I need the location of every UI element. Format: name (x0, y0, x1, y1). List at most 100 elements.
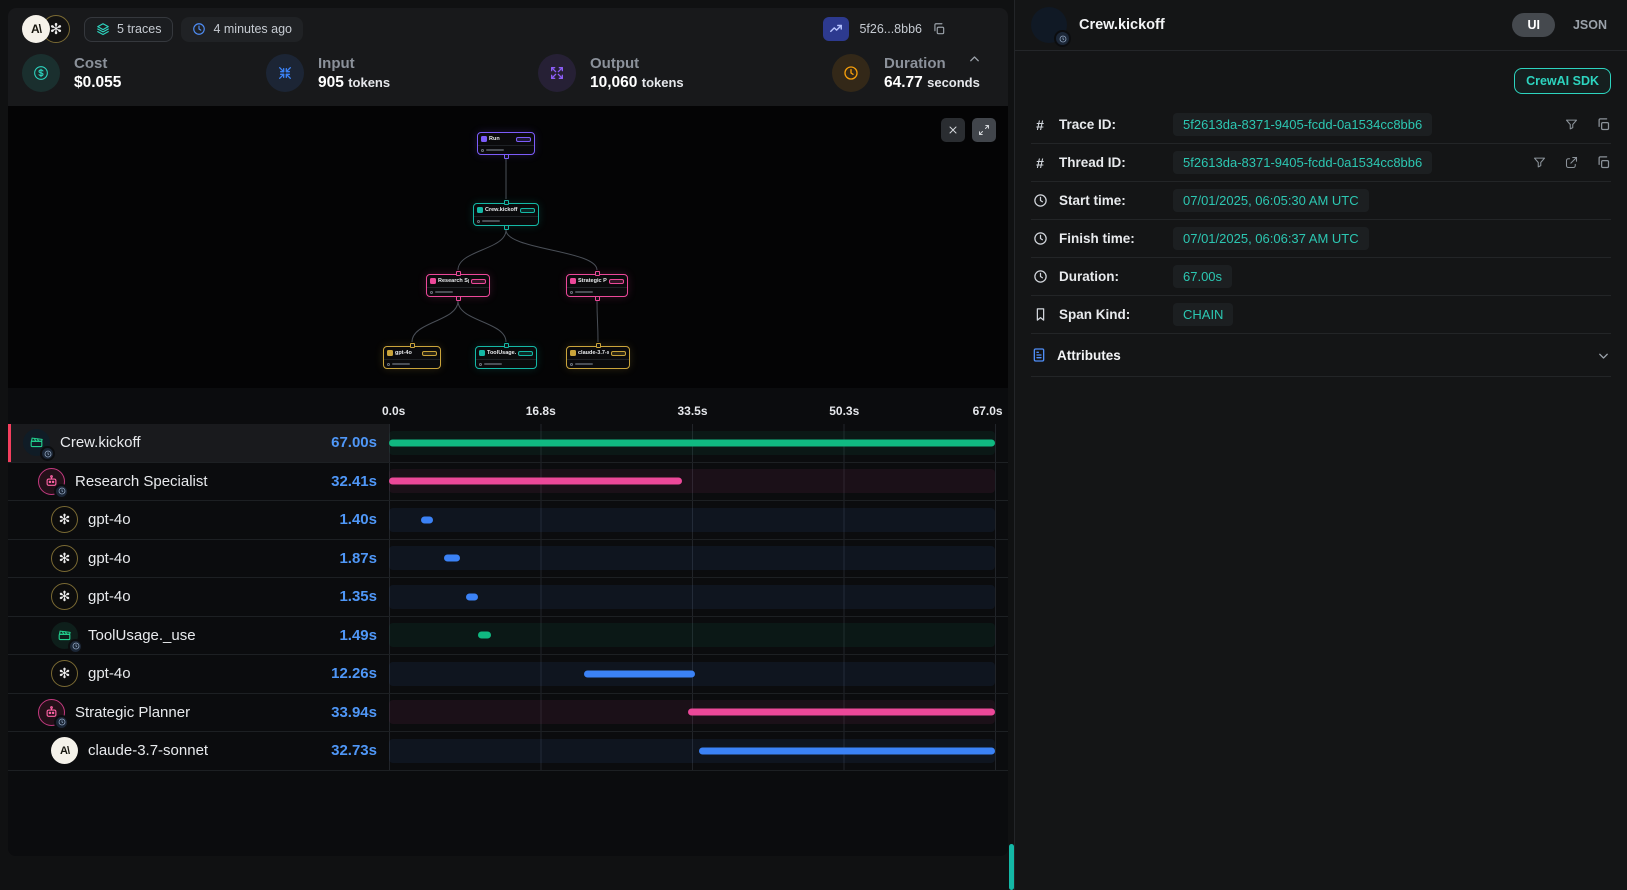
stat-input: Input905 tokens (266, 54, 538, 92)
span-bar[interactable] (584, 670, 695, 677)
graph-node-crew[interactable]: Crew.kickoff (473, 203, 539, 226)
attributes-label: Attributes (1057, 348, 1121, 363)
span-track (389, 424, 996, 462)
span-track-band (389, 585, 995, 609)
node-name: Run (489, 136, 500, 142)
collapse-stats-chevron-up-icon[interactable] (967, 52, 982, 67)
graph-node-run[interactable]: Run (477, 132, 535, 155)
canvas-controls (941, 118, 996, 142)
waterfall-row[interactable]: ✻gpt-4o12.26s (8, 655, 1008, 694)
stat-label: Output (590, 55, 684, 72)
graph-close-button[interactable] (941, 118, 965, 142)
copy-icon[interactable] (932, 22, 946, 36)
node-sub-row (478, 145, 534, 154)
field-value[interactable]: CHAIN (1173, 303, 1233, 326)
span-track (389, 655, 996, 693)
span-track (389, 578, 996, 616)
node-handle (456, 271, 461, 276)
trace-graph-canvas[interactable]: Run Crew.kickoff Research Speciali... Strat… (8, 106, 1008, 388)
graph-node-tool[interactable]: ToolUsage._use (475, 346, 537, 369)
copy-icon[interactable] (1596, 155, 1611, 170)
span-bar[interactable] (688, 709, 995, 716)
clock-icon (832, 54, 870, 92)
span-label-cell[interactable]: Crew.kickoff67.00s (8, 424, 389, 462)
span-bar[interactable] (466, 593, 478, 600)
span-label-cell[interactable]: Strategic Planner33.94s (8, 694, 389, 732)
trending-icon (829, 22, 843, 36)
span-avatar (1031, 7, 1067, 43)
graph-node-claude[interactable]: claude-3.7-sonnet (566, 346, 630, 369)
node-handle (456, 296, 461, 301)
detail-panel: Crew.kickoff UIJSON CrewAI SDK #Trace ID… (1014, 0, 1627, 890)
span-label-cell[interactable]: ✻gpt-4o1.40s (8, 501, 389, 539)
node-handle (504, 225, 509, 230)
sdk-row: CrewAI SDK (1015, 51, 1627, 106)
waterfall-row[interactable]: Crew.kickoff67.00s (8, 424, 1008, 463)
waterfall-row[interactable]: Research Specialist32.41s (8, 463, 1008, 502)
field-label: Start time: (1059, 193, 1163, 208)
arrows-out-icon (538, 54, 576, 92)
field-value[interactable]: 67.00s (1173, 265, 1232, 288)
close-icon (947, 124, 959, 136)
node-duration-badge (520, 208, 535, 213)
span-bar[interactable] (699, 747, 995, 754)
node-type-icon (570, 278, 576, 284)
stat-duration: Duration64.77 seconds (832, 54, 980, 92)
toolbar-right: 5f26...8bb6 (823, 17, 946, 41)
graph-node-strategic[interactable]: Strategic Planner (566, 274, 628, 297)
node-name: Research Speciali... (438, 278, 469, 284)
span-label-cell[interactable]: ✻gpt-4o1.87s (8, 540, 389, 578)
span-duration: 1.49s (339, 627, 377, 644)
span-bar[interactable] (421, 516, 434, 523)
agent-robot-icon (38, 468, 65, 495)
expand-icon (978, 124, 990, 136)
attributes-section-header[interactable]: Attributes (1031, 334, 1611, 377)
span-label-cell[interactable]: Research Specialist32.41s (8, 463, 389, 501)
stat-value: $0.055 (74, 74, 121, 91)
graph-node-research[interactable]: Research Speciali... (426, 274, 490, 297)
tab-json[interactable]: JSON (1573, 18, 1607, 32)
clock-icon (1031, 269, 1049, 284)
chevron-down-icon[interactable] (1596, 348, 1611, 363)
stat-unit: tokens (348, 75, 390, 90)
traces-count-label: 5 traces (117, 22, 161, 36)
span-name: Crew.kickoff (60, 434, 141, 451)
waterfall-row[interactable]: A\claude-3.7-sonnet32.73s (8, 732, 1008, 771)
copy-icon[interactable] (1596, 117, 1611, 132)
field-value[interactable]: 07/01/2025, 06:06:37 AM UTC (1173, 227, 1369, 250)
waterfall-row[interactable]: Strategic Planner33.94s (8, 694, 1008, 733)
span-bar[interactable] (444, 555, 461, 562)
filter-icon[interactable] (1564, 117, 1579, 132)
span-label-cell[interactable]: ToolUsage._use1.49s (8, 617, 389, 655)
span-bar[interactable] (389, 478, 682, 485)
field-value[interactable]: 5f2613da-8371-9405-fcdd-0a1534cc8bb6 (1173, 151, 1432, 174)
graph-node-gpt[interactable]: gpt-4o (383, 346, 441, 369)
span-bar[interactable] (389, 439, 995, 446)
node-sub-row (567, 359, 629, 368)
node-handle (595, 271, 600, 276)
tab-ui[interactable]: UI (1512, 13, 1555, 37)
trend-button[interactable] (823, 17, 849, 41)
scrollbar-thumb[interactable] (1009, 844, 1014, 890)
graph-expand-button[interactable] (972, 118, 996, 142)
clock-icon (1031, 231, 1049, 246)
node-name: Strategic Planner (578, 278, 607, 284)
span-duration: 1.40s (339, 511, 377, 528)
field-value[interactable]: 07/01/2025, 06:05:30 AM UTC (1173, 189, 1369, 212)
waterfall-row[interactable]: ✻gpt-4o1.87s (8, 540, 1008, 579)
waterfall-row[interactable]: ToolUsage._use1.49s (8, 617, 1008, 656)
filter-icon[interactable] (1532, 155, 1547, 170)
bookmark-icon (1031, 307, 1049, 322)
span-label-cell[interactable]: ✻gpt-4o1.35s (8, 578, 389, 616)
field-row: Span Kind:CHAIN (1031, 296, 1611, 334)
span-label-cell[interactable]: ✻gpt-4o12.26s (8, 655, 389, 693)
waterfall-row[interactable]: ✻gpt-4o1.40s (8, 501, 1008, 540)
traces-count-badge[interactable]: 5 traces (84, 17, 173, 42)
external-icon[interactable] (1564, 155, 1579, 170)
field-value[interactable]: 5f2613da-8371-9405-fcdd-0a1534cc8bb6 (1173, 113, 1432, 136)
time-ago-badge: 4 minutes ago (181, 17, 303, 42)
waterfall-row[interactable]: ✻gpt-4o1.35s (8, 578, 1008, 617)
span-bar[interactable] (478, 632, 491, 639)
span-label-cell[interactable]: A\claude-3.7-sonnet32.73s (8, 732, 389, 770)
stat-output: Output10,060 tokens (538, 54, 832, 92)
